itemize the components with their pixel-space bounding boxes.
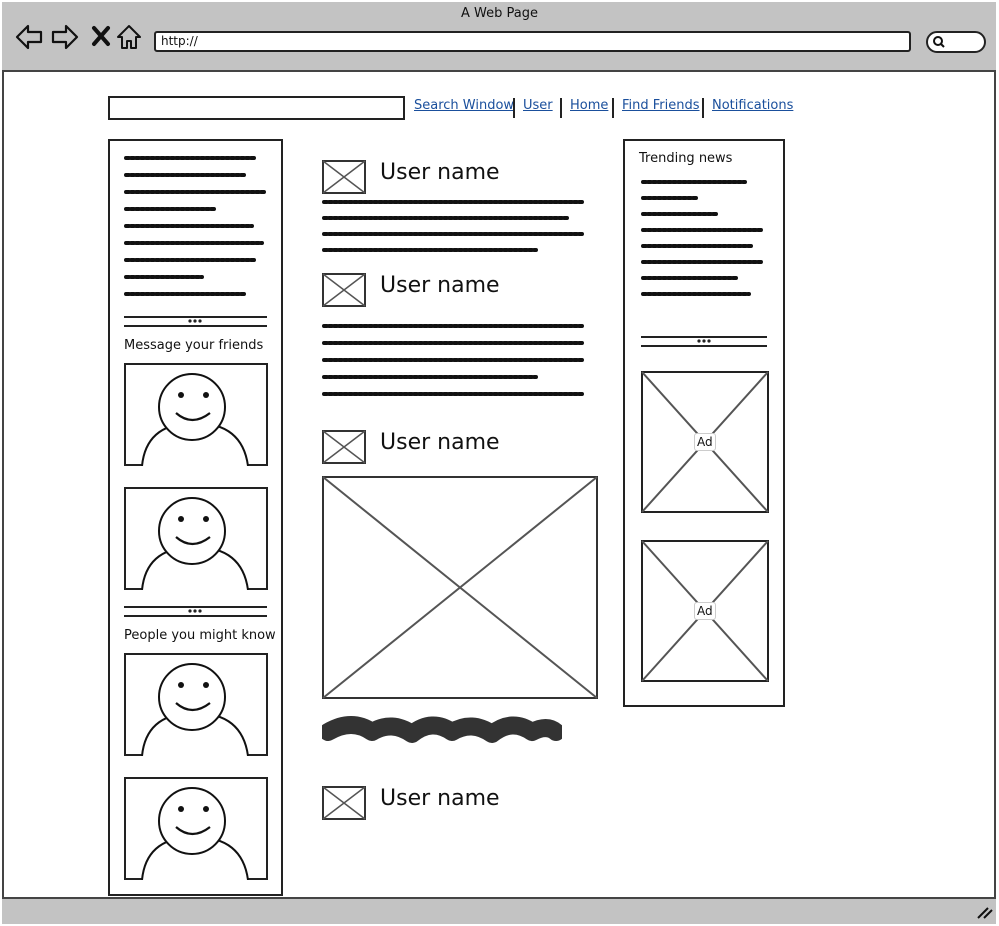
home-icon[interactable] xyxy=(114,22,144,52)
people-you-might-know-title: People you might know xyxy=(124,628,276,643)
nav-find-friends[interactable]: Find Friends xyxy=(622,98,700,113)
ad-label-2: Ad xyxy=(694,602,716,620)
site-search-input[interactable] xyxy=(108,96,405,120)
user-avatar-placeholder-icon[interactable] xyxy=(322,160,366,194)
forward-arrow-icon[interactable] xyxy=(50,22,80,52)
nav-search-window[interactable]: Search Window xyxy=(414,98,514,113)
stop-x-icon[interactable] xyxy=(86,22,116,52)
suggested-avatar-1[interactable] xyxy=(124,653,268,756)
ad-label-1: Ad xyxy=(694,433,716,451)
post-3-user-name[interactable]: User name xyxy=(380,430,500,455)
trending-news-text xyxy=(641,180,765,296)
user-avatar-placeholder-icon[interactable] xyxy=(322,273,366,307)
url-bar[interactable]: http:// xyxy=(154,31,911,52)
search-icon xyxy=(933,36,945,48)
post-3-image-placeholder[interactable] xyxy=(322,476,598,699)
post-2-user-name[interactable]: User name xyxy=(380,273,500,298)
nav-separator xyxy=(702,98,704,118)
post-3-caption-scribble xyxy=(322,716,562,743)
left-text-block xyxy=(124,156,266,296)
browser-search-field[interactable] xyxy=(926,31,986,53)
nav-separator xyxy=(513,98,515,118)
nav-notifications[interactable]: Notifications xyxy=(712,98,793,113)
nav-user[interactable]: User xyxy=(523,98,553,113)
friend-avatar-1[interactable] xyxy=(124,363,268,466)
message-friends-title: Message your friends xyxy=(124,338,264,353)
window-title: A Web Page xyxy=(461,6,538,21)
post-2-text xyxy=(322,324,586,396)
post-4-user-name[interactable]: User name xyxy=(380,786,500,811)
user-avatar-placeholder-icon[interactable] xyxy=(322,430,366,464)
friend-avatar-2[interactable] xyxy=(124,487,268,590)
left-divider-1 xyxy=(124,316,267,327)
suggested-avatar-2[interactable] xyxy=(124,777,268,880)
back-arrow-icon[interactable] xyxy=(14,22,44,52)
post-1-user-name[interactable]: User name xyxy=(380,160,500,185)
nav-home[interactable]: Home xyxy=(570,98,608,113)
browser-status-bar xyxy=(2,897,996,924)
nav-separator xyxy=(612,98,614,118)
resize-grip-icon[interactable] xyxy=(974,904,994,920)
user-avatar-placeholder-icon[interactable] xyxy=(322,786,366,820)
post-1-text xyxy=(322,200,586,252)
trending-news-title: Trending news xyxy=(639,151,733,166)
url-text: http:// xyxy=(161,34,198,48)
nav-separator xyxy=(560,98,562,118)
right-divider xyxy=(641,336,767,347)
left-divider-2 xyxy=(124,606,267,617)
